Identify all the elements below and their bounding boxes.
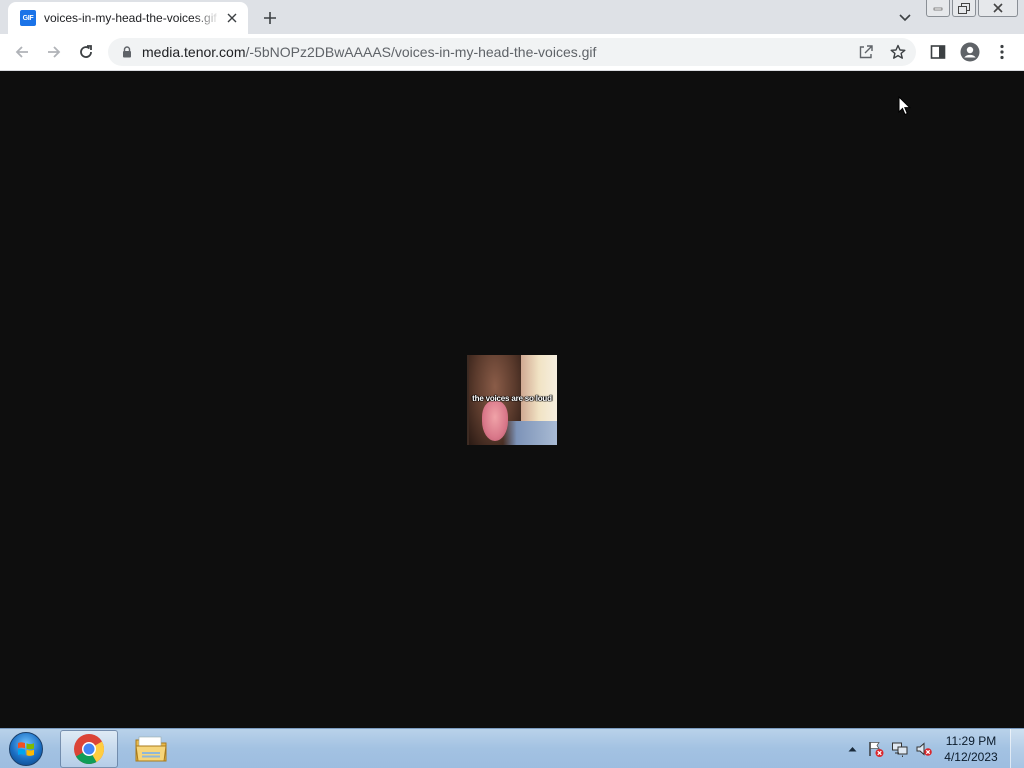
system-tray: 11:29 PM 4/12/2023 [840, 729, 1024, 768]
address-bar[interactable]: media.tenor.com/-5bNOPz2DBwAAAAS/voices-… [108, 38, 916, 66]
page-content: the voices are so loud [0, 71, 1024, 728]
windows-logo-icon [9, 732, 43, 766]
clock[interactable]: 11:29 PM 4/12/2023 [936, 733, 1006, 765]
profile-avatar-icon[interactable] [956, 38, 984, 66]
taskbar-explorer-button[interactable] [122, 730, 180, 768]
taskbar: 11:29 PM 4/12/2023 [0, 728, 1024, 768]
show-hidden-icons-icon[interactable] [840, 737, 864, 761]
gif-caption: the voices are so loud [472, 394, 552, 403]
start-button[interactable] [6, 730, 46, 768]
clock-time: 11:29 PM [945, 734, 997, 748]
url-domain: media.tenor.com [142, 44, 246, 60]
kebab-menu-icon[interactable] [988, 38, 1016, 66]
share-icon[interactable] [854, 40, 878, 64]
back-button[interactable] [8, 38, 36, 66]
url-text: media.tenor.com/-5bNOPz2DBwAAAAS/voices-… [142, 44, 596, 60]
url-path: /-5bNOPz2DBwAAAAS/voices-in-my-head-the-… [245, 44, 597, 60]
side-panel-icon[interactable] [924, 38, 952, 66]
clock-date: 4/12/2023 [944, 750, 998, 764]
restore-button[interactable] [952, 0, 976, 17]
taskbar-chrome-button[interactable] [60, 730, 118, 768]
gif-favicon-icon: GIF [20, 10, 36, 26]
volume-muted-icon[interactable] [912, 737, 936, 761]
browser-tab[interactable]: GIF voices-in-my-head-the-voices.gif [8, 2, 248, 34]
reload-button[interactable] [72, 38, 100, 66]
tab-strip: GIF voices-in-my-head-the-voices.gif [0, 0, 1024, 34]
chrome-icon [74, 734, 105, 765]
network-icon[interactable] [888, 737, 912, 761]
action-center-flag-icon[interactable] [864, 737, 888, 761]
tab-close-icon[interactable] [224, 10, 240, 26]
gif-shirt [467, 421, 557, 445]
new-tab-button[interactable] [258, 6, 282, 30]
tab-search-chevron-icon[interactable] [893, 6, 917, 30]
mouse-cursor-icon [898, 95, 912, 116]
folder-icon [135, 736, 167, 762]
tab-title: voices-in-my-head-the-voices.gif [44, 11, 217, 25]
gif-image[interactable]: the voices are so loud [467, 355, 557, 445]
screen: GIF voices-in-my-head-the-voices.gif med… [0, 0, 1024, 768]
forward-button[interactable] [40, 38, 68, 66]
gif-tongue [482, 401, 508, 441]
show-desktop-button[interactable] [1010, 729, 1024, 768]
lock-icon[interactable] [120, 45, 134, 59]
browser-toolbar: media.tenor.com/-5bNOPz2DBwAAAAS/voices-… [0, 34, 1024, 71]
bookmark-star-icon[interactable] [886, 40, 910, 64]
minimize-button[interactable] [926, 0, 950, 17]
window-controls [926, 0, 1018, 18]
window-close-button[interactable] [978, 0, 1018, 17]
